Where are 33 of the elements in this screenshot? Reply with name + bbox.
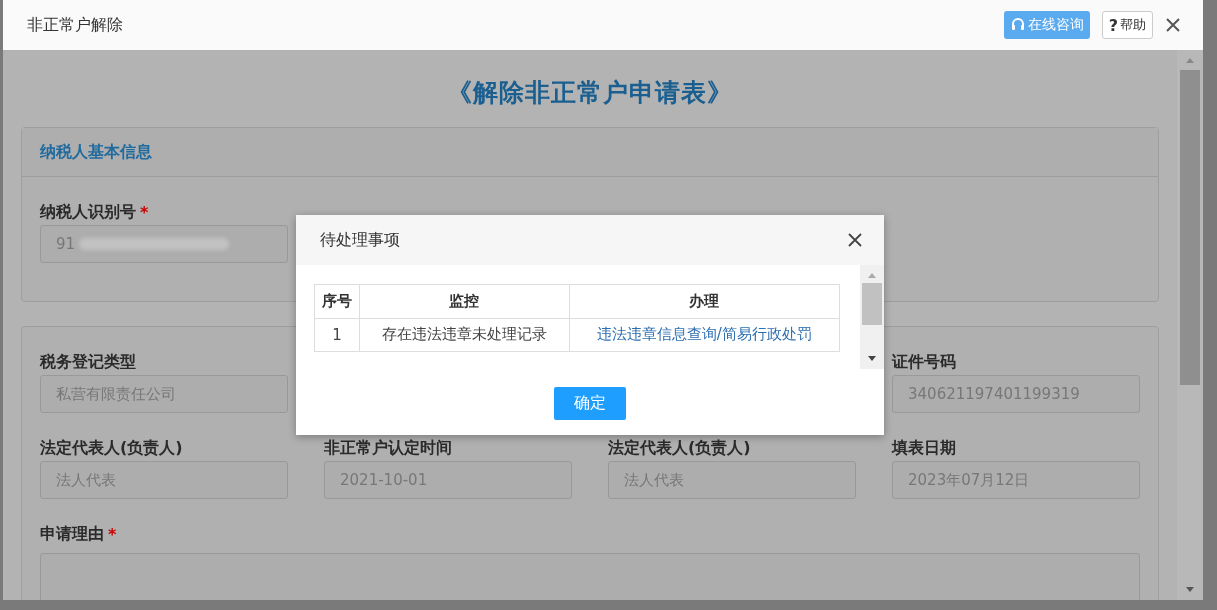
field-label: 证件号码 [892,351,956,373]
close-icon[interactable] [1165,17,1181,33]
scroll-down-icon[interactable] [1185,586,1195,594]
field-label: 法定代表人(负责人) [608,437,751,459]
confirm-button[interactable]: 确定 [554,387,626,420]
table-cell: 1 [314,318,360,352]
scroll-up-icon[interactable] [867,271,877,279]
column-header: 办理 [569,284,840,318]
online-consult-button[interactable]: 在线咨询 [1003,11,1090,39]
scrollbar[interactable] [860,265,884,369]
required-mark: * [108,524,117,544]
close-icon[interactable] [848,233,862,247]
scroll-down-icon[interactable] [867,355,877,363]
scrollbar[interactable] [1177,50,1203,600]
field-label: 法定代表人(负责人) [40,437,183,459]
form-title: 《解除非正常户申请表》 [446,77,734,109]
column-header: 监控 [359,284,570,318]
field-label: 申请理由 [40,523,104,545]
modal-title: 待处理事项 [320,229,400,251]
field-label: 非正常户认定时间 [324,437,452,459]
help-button[interactable]: ?帮助 [1101,11,1153,39]
section-heading: 纳税人基本信息 [40,141,152,163]
field-label: 填表日期 [892,437,956,459]
window-title: 非正常户解除 [27,14,123,36]
headset-icon [1009,17,1026,33]
text-area[interactable] [40,553,1140,600]
scroll-up-icon[interactable] [1185,56,1195,64]
field-label: 纳税人识别号 [40,201,136,223]
column-header: 序号 [314,284,360,318]
table-cell: 存在违法违章未处理记录 [359,318,570,352]
required-mark: * [140,202,149,222]
question-icon: ? [1108,15,1118,35]
field-label: 税务登记类型 [40,351,136,373]
